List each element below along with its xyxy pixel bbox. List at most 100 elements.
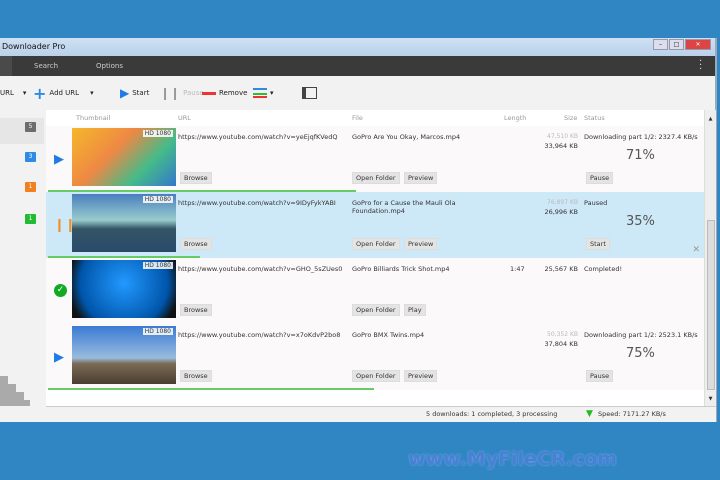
menu-options[interactable]: Options — [96, 56, 123, 76]
downloading-icon: ▶ — [54, 152, 64, 167]
download-list: Thumbnail URL File Length Size Status ▶ H… — [46, 110, 704, 406]
browse-button[interactable]: Browse — [180, 238, 212, 250]
scrollbar-thumb[interactable] — [707, 220, 715, 390]
chevron-down-icon[interactable]: ▾ — [270, 89, 274, 97]
preview-button[interactable]: Preview — [404, 370, 438, 382]
toggle-panel-button[interactable] — [302, 86, 317, 100]
pause-label: Pause — [183, 89, 204, 97]
pause-button[interactable]: ❙❙ Pause — [160, 86, 204, 100]
quality-badge: HD 1080 — [142, 196, 173, 203]
app-window: Downloader Pro – □ ✕ Search Options · · · … — [0, 38, 717, 422]
pause-button[interactable]: Pause — [586, 172, 614, 184]
scrollbar[interactable]: ▲ ▼ — [704, 110, 716, 406]
title-bar: Downloader Pro – □ ✕ — [0, 38, 715, 56]
pause-button[interactable]: Pause — [586, 370, 614, 382]
more-icon[interactable]: · · · — [699, 57, 703, 75]
video-thumbnail[interactable]: HD 1080 — [72, 128, 176, 186]
download-row[interactable]: ▶ HD 1080 https://www.youtube.com/watch?v… — [46, 324, 704, 390]
col-thumbnail[interactable]: Thumbnail — [76, 110, 110, 126]
remove-icon[interactable]: ✕ — [692, 245, 700, 255]
menu-search[interactable]: Search — [34, 56, 58, 76]
total-size: 76,897 KB — [547, 199, 578, 206]
play-icon: ▶ — [120, 86, 130, 100]
status-text: Downloading part 1/2: 2327.4 KB/s — [584, 133, 698, 141]
download-row[interactable]: ❙❙ HD 1080 https://www.youtube.com/watch?… — [46, 192, 704, 258]
add-url-label: Add URL — [49, 89, 80, 97]
list-view-button[interactable]: ▾ — [253, 86, 274, 100]
video-thumbnail[interactable]: HD 1080 — [72, 326, 176, 384]
decoration-icon — [0, 376, 30, 406]
toolbar: URL ▾ + Add URL ▾ ▶ Start ❙❙ Pause Remove ▾ — [0, 76, 715, 110]
speed-readout: Speed: 7171.27 KB/s — [598, 410, 666, 418]
play-button[interactable]: Play — [404, 304, 426, 316]
status-text: Downloading part 1/2: 2523.1 KB/s — [584, 331, 698, 339]
open-folder-button[interactable]: Open Folder — [352, 304, 400, 316]
remove-label: Remove — [219, 89, 248, 97]
status-bar: 5 downloads: 1 completed, 3 processing ▼… — [46, 406, 716, 422]
badge-downloading: 3 — [25, 152, 36, 162]
file-name: GoPro for a Cause the Mauli Ola Foundati… — [352, 199, 456, 215]
download-row[interactable]: ✓ HD 1080 https://www.youtube.com/watch?v… — [46, 258, 704, 324]
open-folder-button[interactable]: Open Folder — [352, 172, 400, 184]
minimize-button[interactable]: – — [653, 39, 668, 50]
panel-icon — [302, 87, 317, 99]
video-url: https://www.youtube.com/watch?v=GHO_5sZU… — [178, 265, 343, 273]
plus-icon: + — [33, 83, 47, 103]
watermark: www.MyFileCR.com — [408, 448, 618, 470]
video-length: 1:47 — [510, 265, 525, 273]
paste-url-button[interactable]: URL ▾ — [0, 86, 26, 100]
video-thumbnail[interactable]: HD 1080 — [72, 260, 176, 318]
video-url: https://www.youtube.com/watch?v=x7oKdvP2… — [178, 331, 341, 339]
quality-badge: HD 1080 — [142, 262, 173, 269]
col-url[interactable]: URL — [178, 110, 191, 126]
open-folder-button[interactable]: Open Folder — [352, 238, 400, 250]
start-button[interactable]: ▶ Start — [120, 86, 149, 100]
paste-url-label: URL — [0, 89, 14, 97]
status-text: Paused — [584, 199, 608, 207]
downloading-icon: ▶ — [54, 350, 64, 365]
list-header: Thumbnail URL File Length Size Status — [46, 110, 704, 126]
total-size: 47,510 KB — [547, 133, 578, 140]
preview-button[interactable]: Preview — [404, 172, 438, 184]
col-file[interactable]: File — [352, 110, 363, 126]
completed-icon: ✓ — [54, 284, 67, 297]
speed-icon: ▼ — [586, 409, 593, 419]
browse-button[interactable]: Browse — [180, 304, 212, 316]
chevron-down-icon[interactable]: ▾ — [90, 89, 94, 97]
preview-button[interactable]: Preview — [404, 238, 438, 250]
downloaded-size: 25,567 KB — [544, 265, 578, 273]
sidebar-item-all[interactable] — [0, 118, 44, 144]
start-button[interactable]: Start — [586, 238, 610, 250]
badge-completed: 1 — [25, 214, 36, 224]
download-row[interactable]: ▶ HD 1080 https://www.youtube.com/watch?v… — [46, 126, 704, 192]
add-url-button[interactable]: + Add URL ▾ — [33, 83, 94, 103]
maximize-button[interactable]: □ — [669, 39, 684, 50]
minus-icon — [202, 91, 216, 95]
remove-button[interactable]: Remove — [202, 86, 247, 100]
close-button[interactable]: ✕ — [685, 39, 711, 50]
quality-badge: HD 1080 — [142, 130, 173, 137]
downloaded-size: 26,996 KB — [544, 208, 578, 216]
scroll-up-icon[interactable]: ▲ — [705, 116, 716, 122]
browse-button[interactable]: Browse — [180, 370, 212, 382]
chevron-down-icon[interactable]: ▾ — [23, 89, 27, 97]
col-status[interactable]: Status — [584, 110, 605, 126]
pause-icon: ❙❙ — [160, 86, 181, 100]
video-url: https://www.youtube.com/watch?v=9IDyFykY… — [178, 199, 336, 207]
sidebar: 5 3 1 1 — [0, 110, 46, 422]
downloaded-size: 33,964 KB — [544, 142, 578, 150]
video-thumbnail[interactable]: HD 1080 — [72, 194, 176, 252]
col-size[interactable]: Size — [564, 110, 577, 126]
progress-bar — [48, 388, 374, 390]
browse-button[interactable]: Browse — [180, 172, 212, 184]
badge-paused: 1 — [25, 182, 36, 192]
window-title: Downloader Pro — [2, 42, 66, 51]
open-folder-button[interactable]: Open Folder — [352, 370, 400, 382]
progress-percent: 35% — [626, 214, 655, 229]
progress-percent: 71% — [626, 148, 655, 163]
download-summary: 5 downloads: 1 completed, 3 processing — [426, 410, 558, 418]
menu-tab-active[interactable] — [0, 56, 12, 76]
file-name: GoPro BMX Twins.mp4 — [352, 331, 425, 339]
scroll-down-icon[interactable]: ▼ — [705, 396, 716, 402]
col-length[interactable]: Length — [504, 110, 526, 126]
